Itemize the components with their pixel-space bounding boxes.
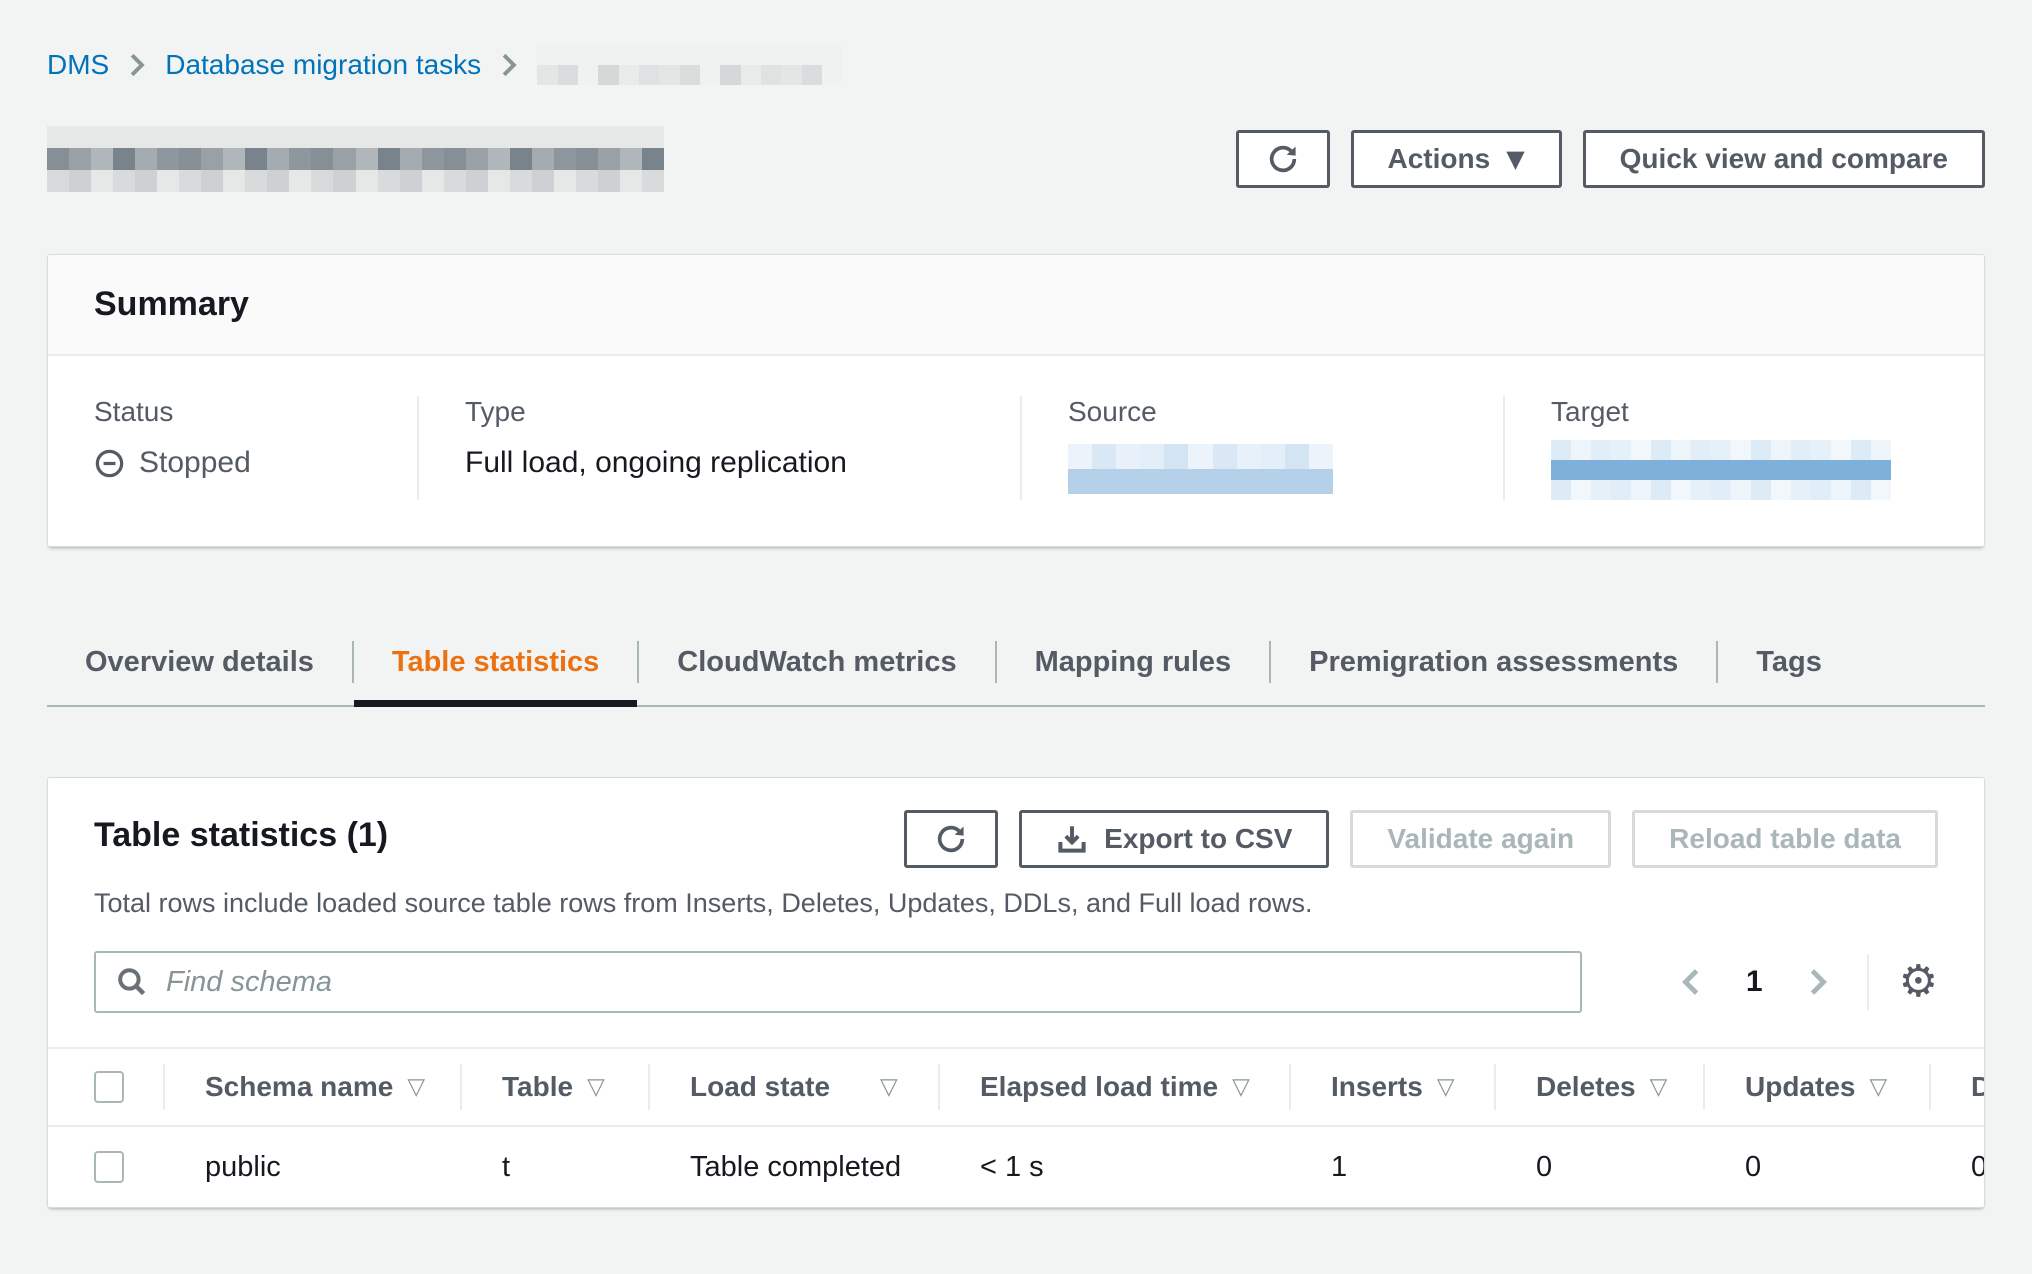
sort-icon: ▽ xyxy=(587,1074,605,1100)
breadcrumb: DMS Database migration tasks xyxy=(47,44,1985,86)
column-header-table[interactable]: Table ▽ xyxy=(460,1049,648,1125)
column-header-updates[interactable]: Updates ▽ xyxy=(1703,1049,1929,1125)
tab-tags[interactable]: Tags xyxy=(1718,619,1860,705)
column-header-deletes[interactable]: Deletes ▽ xyxy=(1494,1049,1703,1125)
table-refresh-button[interactable] xyxy=(904,810,998,868)
summary-title: Summary xyxy=(94,285,1938,324)
cell-ddls-clipped: 0 xyxy=(1929,1151,1985,1184)
column-header-ddls-clipped[interactable]: D xyxy=(1929,1049,1985,1125)
source-endpoint-link-redacted[interactable] xyxy=(1068,444,1333,494)
breadcrumb-link-dms[interactable]: DMS xyxy=(47,49,109,81)
breadcrumb-link-migration-tasks[interactable]: Database migration tasks xyxy=(165,49,481,81)
cell-elapsed-load-time: < 1 s xyxy=(938,1151,1289,1184)
status-label: Status xyxy=(94,396,371,428)
target-endpoint-link-redacted[interactable] xyxy=(1551,440,1891,500)
table-row: public t Table completed < 1 s 1 0 0 0 xyxy=(48,1127,1984,1207)
dms-task-page: DMS Database migration tasks Actions xyxy=(0,0,2032,1208)
summary-field-target: Target xyxy=(1503,396,1986,500)
column-header-schema-name[interactable]: Schema name ▽ xyxy=(163,1049,460,1125)
next-page-button[interactable] xyxy=(1805,967,1831,997)
refresh-icon xyxy=(934,822,968,856)
cell-schema-name: public xyxy=(163,1151,460,1184)
column-header-elapsed-load-time[interactable]: Elapsed load time ▽ xyxy=(938,1049,1289,1125)
summary-field-status: Status Stopped xyxy=(48,396,417,500)
cell-inserts: 1 xyxy=(1289,1151,1494,1184)
tab-table-statistics[interactable]: Table statistics xyxy=(354,619,637,705)
tab-overview-details[interactable]: Overview details xyxy=(47,619,352,705)
table-actions: Export to CSV Validate again Reload tabl… xyxy=(904,810,1938,868)
sort-icon: ▽ xyxy=(1869,1074,1887,1100)
refresh-button[interactable] xyxy=(1236,130,1330,188)
row-checkbox[interactable] xyxy=(94,1151,124,1183)
table-statistics-title: Table statistics (1) xyxy=(94,816,388,855)
export-to-csv-button[interactable]: Export to CSV xyxy=(1019,810,1329,868)
tab-mapping-rules[interactable]: Mapping rules xyxy=(997,619,1270,705)
actions-menu-label: Actions xyxy=(1388,145,1491,173)
refresh-icon xyxy=(1266,142,1300,176)
sort-icon: ▽ xyxy=(1437,1074,1455,1100)
tab-premigration-assessments[interactable]: Premigration assessments xyxy=(1271,619,1716,705)
reload-table-data-button[interactable]: Reload table data xyxy=(1632,810,1938,868)
sort-icon: ▽ xyxy=(1650,1074,1668,1100)
table-statistics-table: Schema name ▽ Table ▽ Load state ▽ Elaps… xyxy=(48,1047,1984,1207)
stopped-status-icon xyxy=(94,448,125,479)
column-header-load-state[interactable]: Load state ▽ xyxy=(648,1049,938,1125)
summary-field-type: Type Full load, ongoing replication xyxy=(417,396,1020,500)
table-statistics-panel: Table statistics (1) xyxy=(47,777,1985,1208)
type-label: Type xyxy=(465,396,974,428)
tab-cloudwatch-metrics[interactable]: CloudWatch metrics xyxy=(639,619,994,705)
table-preferences-gear-icon[interactable]: ⚙ xyxy=(1899,960,1938,1004)
caret-down-icon: ▼ xyxy=(1506,147,1524,171)
cell-table: t xyxy=(460,1151,648,1184)
summary-card: Summary Status Stopped Type Full load, xyxy=(47,254,1985,547)
status-value: Stopped xyxy=(139,446,251,480)
current-page-number[interactable]: 1 xyxy=(1746,965,1763,999)
target-label: Target xyxy=(1551,396,1940,428)
actions-menu-button[interactable]: Actions ▼ xyxy=(1351,130,1562,188)
previous-page-button[interactable] xyxy=(1678,967,1704,997)
column-header-inserts[interactable]: Inserts ▽ xyxy=(1289,1049,1494,1125)
download-icon xyxy=(1056,823,1088,855)
schema-search-box xyxy=(94,951,1582,1013)
cell-deletes: 0 xyxy=(1494,1151,1703,1184)
breadcrumb-chevron-icon xyxy=(127,52,147,78)
breadcrumb-chevron-icon xyxy=(499,52,519,78)
quick-view-compare-button[interactable]: Quick view and compare xyxy=(1583,130,1985,188)
header-actions: Actions ▼ Quick view and compare xyxy=(1236,130,1986,188)
summary-card-header: Summary xyxy=(48,255,1984,356)
table-statistics-description: Total rows include loaded source table r… xyxy=(94,888,1938,919)
sort-icon: ▽ xyxy=(880,1074,898,1100)
export-to-csv-label: Export to CSV xyxy=(1104,825,1292,853)
task-name-redacted xyxy=(47,126,664,192)
select-all-checkbox[interactable] xyxy=(94,1071,124,1103)
cell-updates: 0 xyxy=(1703,1151,1929,1184)
breadcrumb-current-redacted xyxy=(537,45,842,85)
cell-load-state: Table completed xyxy=(648,1151,938,1184)
table-header-row: Schema name ▽ Table ▽ Load state ▽ Elaps… xyxy=(48,1047,1984,1127)
pagination: 1 ⚙ xyxy=(1678,954,1938,1010)
task-detail-tabs: Overview details Table statistics CloudW… xyxy=(47,619,1985,707)
sort-icon: ▽ xyxy=(1232,1074,1250,1100)
find-schema-input[interactable] xyxy=(164,965,1560,1000)
search-icon xyxy=(116,966,148,998)
validate-again-button[interactable]: Validate again xyxy=(1350,810,1611,868)
type-value: Full load, ongoing replication xyxy=(465,446,974,480)
pagination-divider xyxy=(1867,954,1869,1010)
summary-field-source: Source xyxy=(1020,396,1503,500)
sort-icon: ▽ xyxy=(407,1074,425,1100)
source-label: Source xyxy=(1068,396,1457,428)
page-header: Actions ▼ Quick view and compare xyxy=(47,126,1985,192)
summary-grid: Status Stopped Type Full load, ongoing r… xyxy=(48,356,1984,546)
